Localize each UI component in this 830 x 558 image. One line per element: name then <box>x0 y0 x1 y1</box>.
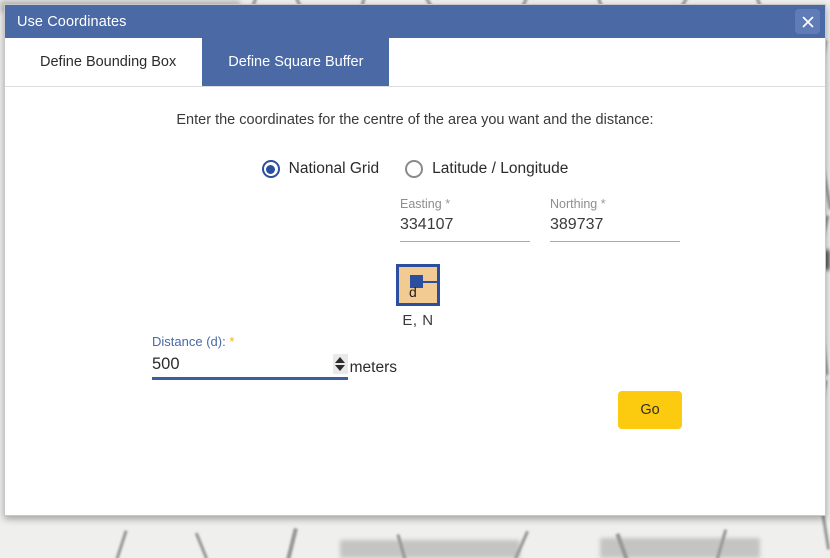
radio-latitude-longitude-dot <box>410 165 419 174</box>
distance-input[interactable]: 500 <box>152 355 180 374</box>
dialog-title: Use Coordinates <box>17 13 127 30</box>
tab-define-square-buffer[interactable]: Define Square Buffer <box>202 38 390 86</box>
northing-field-group: Northing * 389737 <box>550 197 680 242</box>
distance-label: Distance (d): * <box>152 334 397 349</box>
northing-label-text: Northing <box>550 197 598 211</box>
spinner-up-icon[interactable] <box>335 357 346 363</box>
dialog-body: Enter the coordinates for the centre of … <box>5 87 825 515</box>
northing-label: Northing * <box>550 197 680 211</box>
easting-label-text: Easting <box>400 197 442 211</box>
easting-input[interactable]: 334107 <box>400 216 530 242</box>
instruction-text: Enter the coordinates for the centre of … <box>176 112 654 128</box>
radio-national-grid-mark <box>261 160 280 178</box>
use-coordinates-dialog: Use Coordinates Define Bounding Box Defi… <box>4 4 826 516</box>
close-icon[interactable] <box>795 9 820 34</box>
coordinate-fields: Easting * 334107 Northing * 389737 <box>400 197 680 242</box>
radio-national-grid-dot <box>266 164 276 174</box>
coordinate-mode-group: National Grid Latitude / Longitude <box>5 160 825 178</box>
easting-label: Easting * <box>400 197 530 211</box>
easting-required-marker: * <box>445 197 451 211</box>
distance-input-row: 500 meters <box>152 354 397 380</box>
distance-label-text: Distance (d): <box>152 334 226 349</box>
spinner-down-icon[interactable] <box>335 365 346 371</box>
diagram-distance-label: d <box>409 284 417 300</box>
tab-define-bounding-box[interactable]: Define Bounding Box <box>14 38 202 86</box>
dialog-titlebar: Use Coordinates <box>5 5 825 38</box>
distance-field-group: Distance (d): * 500 meters <box>152 334 397 380</box>
go-button[interactable]: Go <box>618 391 682 429</box>
radio-latitude-longitude-mark <box>405 160 424 178</box>
radio-national-grid[interactable]: National Grid <box>261 160 380 178</box>
tab-strip: Define Bounding Box Define Square Buffer <box>5 38 825 87</box>
radio-latitude-longitude[interactable]: Latitude / Longitude <box>405 160 568 178</box>
square-buffer-diagram-icon: d <box>396 264 440 306</box>
distance-required-marker: * <box>229 334 235 349</box>
diagram-caption: E, N <box>402 312 434 329</box>
radio-national-grid-label: National Grid <box>288 160 380 177</box>
distance-input-wrapper: 500 <box>152 354 348 380</box>
easting-field-group: Easting * 334107 <box>400 197 530 242</box>
northing-input[interactable]: 389737 <box>550 216 680 242</box>
square-buffer-diagram: d E, N <box>376 264 460 329</box>
distance-units-label: meters <box>349 359 397 376</box>
radio-latitude-longitude-label: Latitude / Longitude <box>432 160 569 177</box>
diagram-distance-line <box>423 281 438 283</box>
northing-required-marker: * <box>600 197 606 211</box>
distance-stepper[interactable] <box>332 354 348 374</box>
